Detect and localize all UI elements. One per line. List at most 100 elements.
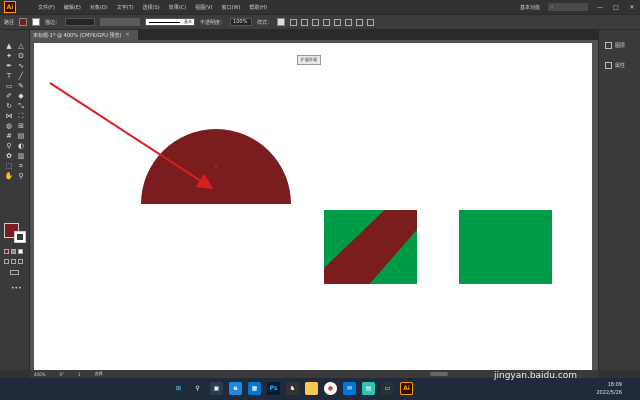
chess-icon[interactable]: ♞ — [286, 382, 299, 395]
store-icon[interactable]: ▦ — [248, 382, 261, 395]
magic-wand-icon[interactable]: ✦ — [5, 52, 13, 60]
fill-swatch[interactable] — [19, 18, 28, 26]
maximize-button[interactable]: □ — [612, 4, 620, 11]
photoshop-icon[interactable]: Ps — [267, 382, 280, 395]
draw-mode-row — [4, 259, 28, 264]
free-transform-icon[interactable]: ⛶ — [17, 112, 25, 120]
rotation-angle[interactable]: 0° — [59, 372, 64, 377]
rectangle-icon[interactable]: ▭ — [5, 82, 13, 90]
align-center-icon[interactable] — [301, 18, 309, 26]
curvature-icon[interactable]: ∿ — [17, 62, 25, 70]
close-button[interactable]: ✕ — [628, 4, 636, 11]
isolate-icon[interactable] — [367, 18, 375, 26]
app-icon[interactable]: ▭ — [381, 382, 394, 395]
system-clock[interactable]: 18:09 2022/5/26 — [596, 381, 622, 397]
color-mode-row — [4, 249, 28, 254]
search-icon[interactable]: ⚲ — [191, 382, 204, 395]
perspective-icon[interactable]: ⊞ — [17, 122, 25, 130]
paintbrush-icon[interactable]: ✎ — [17, 82, 25, 90]
blend-icon[interactable]: ◐ — [17, 142, 25, 150]
folder-icon[interactable] — [305, 382, 318, 395]
horizontal-scrollbar[interactable] — [430, 372, 448, 376]
stroke-color-box[interactable] — [14, 231, 26, 243]
stroke-weight-field[interactable] — [65, 18, 96, 26]
menu-window[interactable]: 窗口(W) — [221, 4, 240, 11]
mesh-icon[interactable]: # — [5, 132, 13, 140]
eyedropper-icon[interactable]: ⚲ — [5, 142, 13, 150]
striped-square-shape[interactable] — [324, 203, 434, 295]
transform-icon[interactable] — [356, 18, 364, 26]
taskview-icon[interactable]: ▣ — [210, 382, 223, 395]
tab-close-icon[interactable]: × — [125, 32, 129, 38]
selection-tool-icon[interactable]: ▲ — [5, 42, 13, 50]
rotate-icon[interactable]: ↻ — [5, 102, 13, 110]
type-icon[interactable]: T — [5, 72, 13, 80]
menu-effect[interactable]: 效果(C) — [169, 4, 186, 11]
draw-inside-icon[interactable] — [18, 259, 23, 264]
align-bottom-icon[interactable] — [345, 18, 353, 26]
zoom-icon[interactable]: ⚲ — [17, 172, 25, 180]
document-tab[interactable]: 未标题-1* @ 400% (CMYK/GPU 预览) × — [30, 30, 138, 40]
shape-builder-icon[interactable]: ◍ — [5, 122, 13, 130]
annotation-arrow — [49, 82, 214, 190]
slice-icon[interactable]: ⌗ — [17, 162, 25, 170]
menu-object[interactable]: 对象(O) — [90, 4, 108, 11]
layers-label: 图层 — [615, 43, 626, 49]
draw-behind-icon[interactable] — [11, 259, 16, 264]
artboard[interactable] — [34, 43, 592, 370]
green-square-shape[interactable] — [459, 210, 552, 284]
document-tab-bar: 未标题-1* @ 400% (CMYK/GPU 预览) × — [30, 30, 598, 40]
control-bar: 路径 描边： 基本 不透明度： 100% 样式： — [0, 14, 640, 30]
draw-normal-icon[interactable] — [4, 259, 9, 264]
eraser-icon[interactable]: ◆ — [17, 92, 25, 100]
illustrator-icon[interactable]: Ai — [400, 382, 413, 395]
align-right-icon[interactable] — [312, 18, 320, 26]
lasso-icon[interactable]: ʘ — [17, 52, 25, 60]
hand-icon[interactable]: ✋ — [5, 172, 14, 180]
stroke-swatch[interactable] — [32, 18, 41, 26]
contextual-tooltip[interactable]: 扩展外观 — [297, 55, 321, 65]
none-mode-icon[interactable] — [18, 249, 23, 254]
variable-width-profile[interactable] — [100, 18, 141, 26]
align-middle-icon[interactable] — [334, 18, 342, 26]
minimize-button[interactable]: — — [596, 4, 604, 11]
artboard-number[interactable]: 1 — [78, 372, 81, 377]
align-top-icon[interactable] — [323, 18, 331, 26]
width-icon[interactable]: ⋈ — [5, 112, 13, 120]
pen-icon[interactable]: ✒ — [5, 62, 13, 70]
menu-file[interactable]: 文件(F) — [38, 4, 55, 11]
notepad-icon[interactable]: ▤ — [362, 382, 375, 395]
zoom-level[interactable]: 400% — [34, 372, 45, 377]
menu-edit[interactable]: 编辑(E) — [64, 4, 81, 11]
pencil-icon[interactable]: ✐ — [5, 92, 13, 100]
mail-icon[interactable]: ✉ — [343, 382, 356, 395]
align-left-icon[interactable] — [290, 18, 298, 26]
gradient-mode-icon[interactable] — [11, 249, 16, 254]
search-input[interactable]: ⌕ — [548, 3, 588, 11]
symbol-icon[interactable]: ✿ — [5, 152, 13, 160]
menu-type[interactable]: 文字(T) — [117, 4, 134, 11]
artboard-icon[interactable]: ⬚ — [5, 162, 13, 170]
color-mode-icon[interactable] — [4, 249, 9, 254]
direct-selection-tool-icon[interactable]: △ — [17, 42, 25, 50]
watermark-brand: Baidu经验 — [492, 351, 581, 371]
properties-panel-button[interactable]: 属性 — [605, 62, 625, 69]
workspace-switcher[interactable]: 基本功能 — [520, 4, 540, 11]
brush-definition[interactable]: 基本 — [145, 18, 196, 26]
graphic-style-swatch[interactable] — [277, 18, 286, 26]
menu-select[interactable]: 选择(S) — [143, 4, 160, 11]
menu-view[interactable]: 视图(V) — [195, 4, 212, 11]
line-icon[interactable]: ╱ — [17, 72, 25, 80]
chrome-icon[interactable]: ● — [324, 382, 337, 395]
edge-icon[interactable]: e — [229, 382, 242, 395]
layers-panel-button[interactable]: 图层 — [605, 42, 625, 49]
gradient-icon[interactable]: ▤ — [17, 132, 25, 140]
opacity-field[interactable]: 100% — [230, 18, 253, 26]
menu-help[interactable]: 帮助(H) — [249, 4, 267, 11]
graph-icon[interactable]: ▥ — [17, 152, 25, 160]
scale-icon[interactable]: ⤡ — [17, 102, 25, 110]
more-tools-icon[interactable]: ••• — [11, 285, 22, 292]
windows-start-icon[interactable]: ⊞ — [172, 382, 185, 395]
illustrator-window: Ai 文件(F) 编辑(E) 对象(O) 文字(T) 选择(S) 效果(C) 视… — [0, 0, 640, 400]
screen-mode-icon[interactable] — [10, 270, 19, 275]
